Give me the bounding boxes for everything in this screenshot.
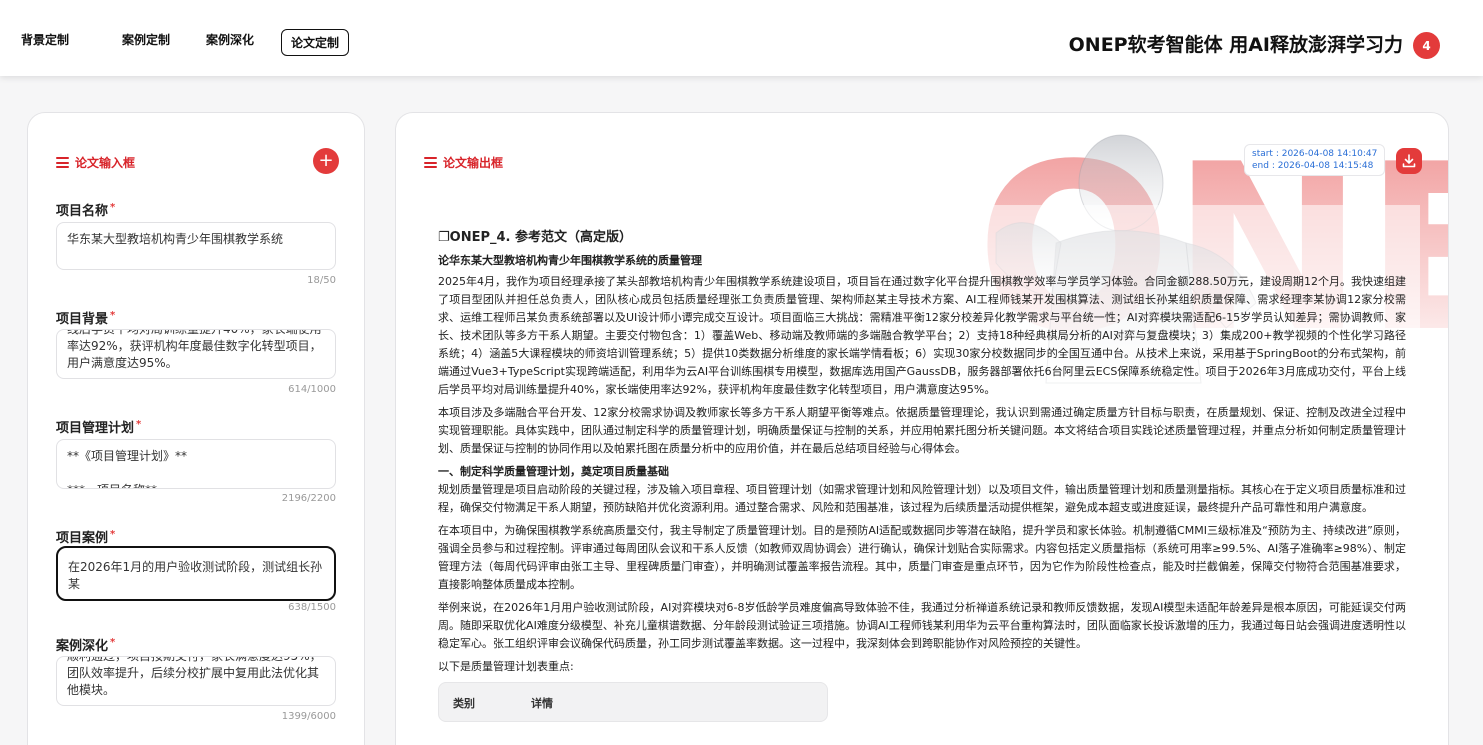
doc-subtitle: 论华东某大型教培机构青少年围棋教学系统的质量管理 — [438, 254, 702, 267]
paper-output-panel: ONEP 论文输出框 start : 2026-04-08 14:10:47 e… — [395, 112, 1449, 745]
case-deepen-input[interactable]: 顺利通过，项目按期交付，家长满意度达95%，团队效率提升，后续分校扩展中复用此法… — [56, 656, 336, 706]
field-label-project-background: 项目背景 * — [56, 309, 116, 327]
project-case-value: ### AI难度适配优化 在2026年1月的用户验收测试阶段，测试组长孙某 — [68, 560, 323, 591]
field-label-project-case: 项目案例 * — [56, 528, 116, 546]
output-panel-title: 论文输出框 — [443, 156, 504, 170]
doc-paragraph: 以下是质量管理计划表重点: — [438, 660, 574, 673]
doc-paragraph: 2025年4月，我作为项目经理承接了某头部教培机构青少年围棋教学系统建设项目，项… — [438, 275, 1406, 396]
project-background-counter: 614/1000 — [288, 384, 336, 395]
start-time: start : 2026-04-08 14:10:47 — [1252, 149, 1378, 159]
input-panel-header: 论文输入框 — [56, 154, 135, 171]
notification-badge[interactable]: 4 — [1413, 32, 1440, 59]
project-background-value: 线后学员平均对局训练量提升40%，家长端使用率达92%，获评机构年度最佳数字化转… — [67, 329, 322, 370]
case-deepen-counter: 1399/6000 — [281, 711, 336, 722]
tab-paper[interactable]: 论文定制 — [281, 29, 350, 56]
quality-plan-table: 类别 详情 — [438, 682, 828, 722]
brand-title: ONEP软考智能体 用AI释放澎湃学习力 — [1068, 34, 1403, 56]
field-label-management-plan: 项目管理计划 * — [56, 418, 142, 436]
menu-icon — [56, 157, 69, 168]
project-name-input[interactable]: 华东某大型教培机构青少年围棋教学系统 — [56, 222, 336, 270]
doc-paragraph: 在本项目中，为确保围棋教学系统高质量交付，我主导制定了质量管理计划。目的是预防A… — [438, 524, 1406, 591]
top-navigation-bar: 背景定制 案例定制 案例深化 论文定制 ONEP软考智能体 用AI释放澎湃学习力… — [0, 0, 1483, 76]
add-button[interactable]: + — [313, 148, 339, 174]
input-panel-title: 论文输入框 — [75, 156, 136, 170]
case-deepen-value: 顺利通过，项目按期交付，家长满意度达95%，团队效率提升，后续分校扩展中复用此法… — [67, 656, 322, 697]
output-panel-header: 论文输出框 — [424, 154, 503, 171]
tab-case[interactable]: 案例定制 — [122, 31, 170, 48]
tab-background[interactable]: 背景定制 — [21, 31, 69, 48]
project-name-value: 华东某大型教培机构青少年围棋教学系统 — [67, 232, 284, 246]
doc-paragraph: 本项目涉及多端融合平台开发、12家分校需求协调及教师家长等多方干系人期望平衡等难… — [438, 406, 1406, 455]
download-button[interactable] — [1396, 148, 1422, 174]
management-plan-counter: 2196/2200 — [281, 493, 336, 504]
management-plan-input[interactable]: **《项目管理计划》** ***一项目名称** — [56, 439, 336, 489]
table-header-category: 类别 — [453, 697, 475, 710]
management-plan-value: **《项目管理计划》** ***一项目名称** — [67, 449, 188, 488]
menu-icon — [424, 157, 437, 168]
field-label-project-name: 项目名称 * — [56, 201, 116, 219]
tab-case-deepen[interactable]: 案例深化 — [206, 31, 254, 48]
doc-paragraph: 举例来说，在2026年1月用户验收测试阶段，AI对弈模块对6-8岁低龄学员难度偏… — [438, 601, 1406, 650]
project-case-input[interactable]: ### AI难度适配优化 在2026年1月的用户验收测试阶段，测试组长孙某 — [56, 546, 336, 601]
generation-time-box: start : 2026-04-08 14:10:47 end : 2026-0… — [1244, 144, 1386, 176]
table-header-detail: 详情 — [531, 697, 553, 710]
doc-section-heading: 一、制定科学质量管理计划，奠定项目质量基础 — [438, 465, 669, 478]
plus-icon: + — [318, 150, 334, 171]
project-background-input[interactable]: 线后学员平均对局训练量提升40%，家长端使用率达92%，获评机构年度最佳数字化转… — [56, 329, 336, 379]
paper-document: ❐ONEP_4. 参考范文（高定版） 论华东某大型教培机构青少年围棋教学系统的质… — [424, 205, 1420, 745]
project-case-counter: 638/1500 — [288, 602, 336, 613]
project-name-counter: 18/50 — [307, 275, 336, 286]
field-label-case-deepen: 案例深化 * — [56, 636, 116, 654]
end-time: end : 2026-04-08 14:15:48 — [1252, 161, 1374, 171]
doc-title: ❐ONEP_4. 参考范文（高定版） — [438, 230, 633, 245]
download-icon — [1402, 154, 1416, 168]
paper-input-panel: 论文输入框 + 项目名称 * 华东某大型教培机构青少年围棋教学系统 18/50 项… — [27, 112, 365, 745]
doc-paragraph: 规划质量管理是项目启动阶段的关键过程，涉及输入项目章程、项目管理计划（如需求管理… — [438, 483, 1406, 514]
